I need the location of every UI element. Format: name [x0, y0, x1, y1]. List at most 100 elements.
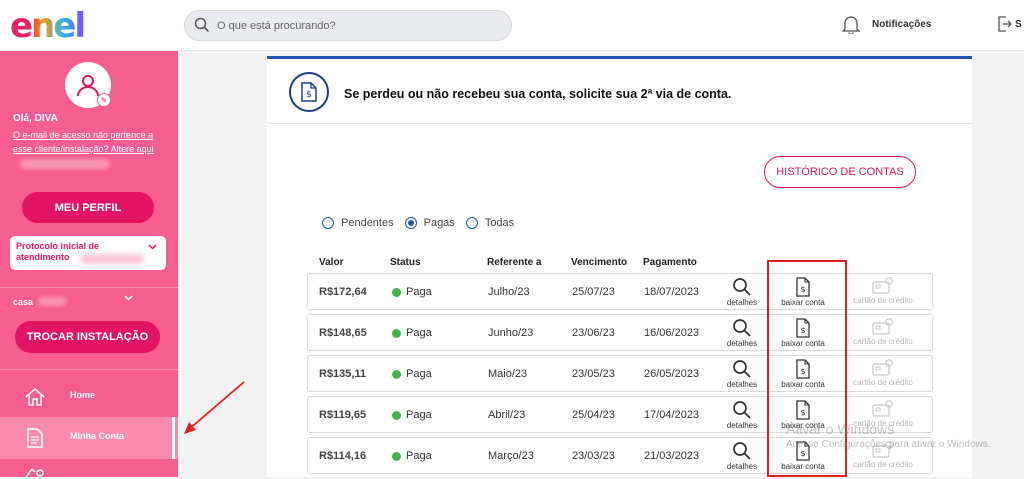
redacted-info — [20, 159, 110, 169]
status-dot-icon — [392, 369, 401, 379]
details-label: detalhes — [726, 380, 758, 389]
column-pagamento: Pagamento — [643, 257, 697, 268]
bill-status: Paga — [392, 368, 432, 380]
magnifier-icon — [733, 442, 751, 460]
installation-chevron-icon[interactable] — [124, 295, 133, 301]
sidebar-divider — [0, 287, 178, 288]
banner-title: Se perdeu ou não recebeu sua conta, soli… — [344, 87, 732, 101]
change-email-link[interactable]: O e-mail de acesso não pertence a esse c… — [13, 128, 169, 156]
magnifier-icon — [733, 401, 751, 419]
sidebar: ✎ Olá, DIVA O e-mail de acesso não perte… — [0, 51, 178, 478]
filter-label: Pendentes — [341, 217, 394, 229]
details-button[interactable]: detalhes — [712, 400, 772, 430]
windows-watermark-text: Acesse Configurações para ativar o Windo… — [786, 439, 991, 450]
bill-history-button[interactable]: HISTÓRICO DE CONTAS — [764, 156, 916, 188]
sidebar-item-label: Home — [70, 390, 96, 400]
search-bar[interactable] — [184, 10, 512, 41]
filter-pendentes[interactable]: Pendentes — [322, 217, 394, 229]
radio-button[interactable] — [322, 217, 334, 229]
tools-icon — [25, 468, 44, 478]
search-icon — [194, 17, 210, 33]
bill-status: Paga — [392, 327, 432, 339]
bill-payment-date: 17/04/2023 — [644, 409, 700, 421]
status-dot-icon — [392, 287, 401, 297]
column-status: Status — [390, 257, 421, 268]
bill-due-date: 23/03/23 — [572, 450, 615, 462]
filter-pagas[interactable]: Pagas — [404, 217, 455, 229]
credit-card-icon — [872, 318, 893, 335]
sidebar-item-label: Minha Conta — [70, 431, 124, 441]
credit-card-icon — [872, 359, 893, 376]
logout-button[interactable]: S — [997, 15, 1022, 33]
my-profile-button[interactable]: MEU PERFIL — [22, 192, 154, 223]
bill-value: R$114,16 — [319, 450, 367, 462]
bill-reference: Abril/23 — [488, 409, 526, 421]
filter-todas[interactable]: Todas — [465, 217, 515, 229]
status-label: Paga — [406, 409, 432, 421]
user-greeting: Olá, DIVA — [13, 113, 58, 124]
details-label: detalhes — [726, 339, 758, 348]
installation-label: casa — [13, 297, 34, 307]
radio-button-selected[interactable] — [404, 217, 417, 229]
status-label: Paga — [406, 327, 432, 339]
column-referente: Referente a — [487, 257, 542, 268]
column-vencimento: Vencimento — [571, 257, 628, 268]
bill-value: R$135,11 — [319, 368, 367, 380]
details-button[interactable]: detalhes — [712, 318, 772, 348]
bill-status: Paga — [392, 286, 432, 298]
bill-payment-date: 16/06/2023 — [644, 327, 700, 339]
credit-card-button[interactable]: cartão de crédito — [848, 359, 918, 387]
status-dot-icon — [392, 328, 401, 338]
user-icon — [77, 75, 99, 97]
status-label: Paga — [406, 450, 432, 462]
second-copy-banner: $ Se perdeu ou não recebeu sua conta, so… — [267, 59, 972, 124]
column-valor: Valor — [319, 257, 344, 268]
credit-card-button[interactable]: cartão de crédito — [848, 277, 918, 305]
credit-card-label: cartão de crédito — [853, 378, 913, 387]
switch-installation-button[interactable]: TROCAR INSTALAÇÃO — [15, 321, 160, 353]
status-filters: Pendentes Pagas Todas — [322, 217, 514, 229]
redacted-installation — [38, 297, 66, 306]
filter-label: Pagas — [423, 217, 455, 229]
notifications-button[interactable]: Notificações — [842, 14, 931, 34]
bills-card: $ Se perdeu ou não recebeu sua conta, so… — [267, 56, 972, 477]
table-header: Valor Status Referente a Vencimento Paga… — [267, 257, 972, 273]
logout-icon — [998, 16, 1012, 32]
edit-avatar-icon[interactable]: ✎ — [97, 93, 111, 107]
bill-due-date: 23/05/23 — [572, 368, 615, 380]
status-dot-icon — [392, 451, 401, 461]
details-label: detalhes — [726, 462, 758, 471]
search-input[interactable] — [217, 16, 497, 36]
chevron-down-icon — [148, 244, 157, 250]
magnifier-icon — [733, 278, 751, 296]
sidebar-item-minha-conta[interactable]: Minha Conta — [0, 417, 178, 459]
bill-reference: Junho/23 — [488, 327, 534, 339]
notifications-label: Notificações — [872, 18, 932, 30]
credit-card-label: cartão de crédito — [853, 296, 913, 305]
redacted-protocol — [80, 254, 144, 264]
bill-status: Paga — [392, 409, 432, 421]
sidebar-divider — [0, 369, 178, 370]
protocol-dropdown[interactable]: Protocolo inicial de atendimento — [10, 236, 166, 270]
details-button[interactable]: detalhes — [712, 441, 772, 471]
bill-payment-date: 18/07/2023 — [644, 286, 700, 298]
sidebar-item-home[interactable]: Home — [0, 376, 178, 418]
credit-card-label: cartão de crédito — [853, 337, 913, 346]
bill-value: R$119,65 — [319, 409, 367, 421]
credit-card-icon — [872, 400, 893, 417]
details-label: detalhes — [726, 298, 758, 307]
status-label: Paga — [406, 368, 432, 380]
magnifier-icon — [733, 319, 751, 337]
top-header: enel Notificações S — [0, 0, 1024, 51]
credit-card-button[interactable]: cartão de crédito — [848, 318, 918, 346]
bill-value: R$148,65 — [319, 327, 367, 339]
bill-payment-date: 21/03/2023 — [644, 450, 700, 462]
credit-card-label: cartão de crédito — [853, 460, 913, 469]
details-button[interactable]: detalhes — [712, 359, 772, 389]
bill-icon-circle: $ — [289, 72, 329, 112]
filter-label: Todas — [484, 217, 515, 229]
enel-logo[interactable]: enel — [10, 6, 86, 46]
radio-button[interactable] — [465, 217, 478, 229]
annotation-arrow — [184, 381, 245, 434]
details-button[interactable]: detalhes — [712, 277, 772, 307]
